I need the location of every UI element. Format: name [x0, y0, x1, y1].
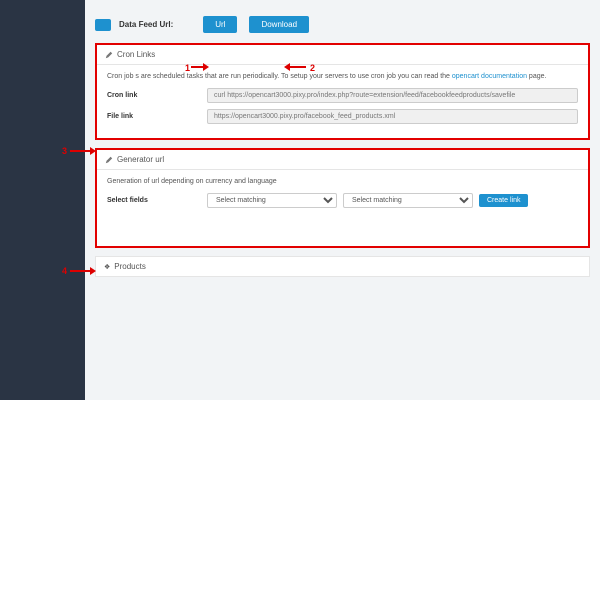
- admin-sidebar: [0, 0, 85, 400]
- file-link-input[interactable]: https://opencart3000.pixy.pro/facebook_f…: [207, 109, 578, 124]
- annotation-1: 1: [185, 63, 190, 73]
- create-link-button[interactable]: Create link: [479, 194, 528, 207]
- products-panel-header: ❖ Products: [95, 256, 590, 277]
- cron-link-label: Cron link: [107, 92, 207, 99]
- generator-title: Generator url: [117, 155, 164, 164]
- products-title: Products: [114, 262, 146, 271]
- generator-panel-header: Generator url: [97, 150, 588, 170]
- annotation-3: 3: [62, 146, 67, 156]
- arrow-2: [288, 66, 306, 68]
- feed-icon: [95, 19, 111, 31]
- cron-link-input[interactable]: curl https://opencart3000.pixy.pro/index…: [207, 88, 578, 103]
- matching-select-1[interactable]: Select matching: [207, 193, 337, 208]
- cron-panel-header: Cron Links: [97, 45, 588, 65]
- download-button[interactable]: Download: [249, 16, 309, 33]
- arrow-4: [70, 270, 92, 272]
- arrow-1: [191, 66, 205, 68]
- cron-title: Cron Links: [117, 50, 155, 59]
- doc-link[interactable]: opencart documentation: [452, 73, 527, 80]
- generator-description: Generation of url depending on currency …: [107, 178, 578, 185]
- annotation-4: 4: [62, 266, 67, 276]
- main-content: Data Feed Url: Url Download Cron Links C…: [85, 0, 600, 400]
- matching-select-2[interactable]: Select matching: [343, 193, 473, 208]
- cron-links-panel: Cron Links Cron job s are scheduled task…: [95, 43, 590, 140]
- generator-url-panel: Generator url Generation of url dependin…: [95, 148, 590, 248]
- pencil-icon: [105, 156, 113, 164]
- file-link-label: File link: [107, 113, 207, 120]
- url-button[interactable]: Url: [203, 16, 237, 33]
- data-feed-label: Data Feed Url:: [119, 20, 173, 29]
- select-fields-label: Select fields: [107, 197, 207, 204]
- chevron-icon: ❖: [104, 263, 110, 271]
- annotation-2: 2: [310, 63, 315, 73]
- data-feed-row: Data Feed Url: Url Download: [95, 10, 590, 43]
- arrow-3: [70, 150, 92, 152]
- pencil-icon: [105, 51, 113, 59]
- cron-description: Cron job s are scheduled tasks that are …: [107, 73, 578, 80]
